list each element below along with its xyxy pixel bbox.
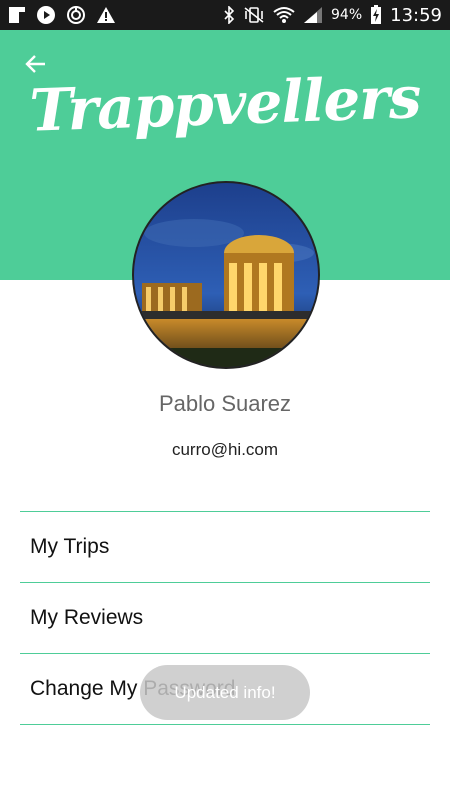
status-bar: 94% 13:59 <box>0 0 450 30</box>
battery-icon <box>370 5 382 25</box>
signal-icon <box>303 6 323 24</box>
sync-icon <box>66 5 86 25</box>
menu-item-my-trips[interactable]: My Trips <box>20 512 430 582</box>
status-bar-right: 94% 13:59 <box>223 0 442 30</box>
play-icon <box>36 5 56 25</box>
avatar[interactable] <box>132 181 320 369</box>
clock: 13:59 <box>390 4 442 26</box>
status-bar-left <box>8 0 116 30</box>
vibrate-icon <box>243 6 265 24</box>
profile-name: Pablo Suarez <box>158 391 292 416</box>
menu-item-my-reviews[interactable]: My Reviews <box>20 583 430 653</box>
profile-email: curro@hi.com <box>171 440 279 459</box>
avatar-image <box>134 183 318 367</box>
battery-percent: 94% <box>331 7 363 23</box>
flipboard-icon <box>8 6 26 24</box>
toast-message: Updated info! <box>140 665 310 720</box>
app-logo: Trappvellers <box>28 63 422 145</box>
bluetooth-icon <box>223 6 235 24</box>
menu-divider <box>20 724 430 725</box>
wifi-icon <box>273 6 295 24</box>
warning-icon <box>96 6 116 24</box>
